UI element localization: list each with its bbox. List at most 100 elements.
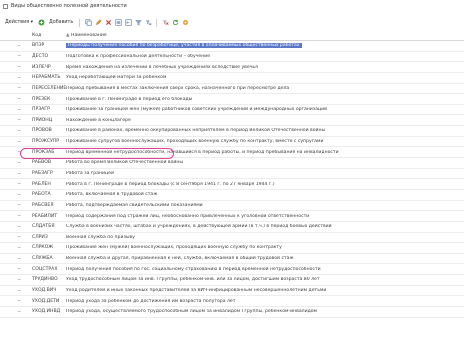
row-description-text: Проживание жен (мужей) военнослужащих, п… [66,245,282,251]
table-row[interactable]: ⎯ ВПЗР Периоды получения пособия по безраб… [0,41,464,52]
refresh-icon[interactable] [171,19,179,27]
row-description-text: Проживание в г. Ленинграде в период его … [66,96,193,102]
row-description-text: Проживание супругов военнослужащих, прох… [66,139,324,145]
row-description: Проживание в районах, временно оккупиров… [66,128,464,133]
row-description: Нахождение в концлагере [66,118,464,123]
filter-icon[interactable] [134,19,142,27]
settings-icon[interactable] [181,19,189,27]
row-type-icon: ⎯ [18,276,21,283]
table-row[interactable]: ⎯ ТРУДИНВО Уход трудоспособным лицом за ин… [0,275,464,286]
row-description: Проживание супругов военнослужащих, прох… [66,139,464,144]
row-description-text: Период ухода, осуществляемого трудоспосо… [66,309,318,315]
header-code[interactable]: Код [32,33,66,38]
actions-menu[interactable]: Действия ▾ [3,20,35,25]
table-row[interactable]: ⎯ СЛРКОЖ Проживание жен (мужей) военнослуж… [0,243,464,254]
edit-icon[interactable] [94,19,102,27]
row-description: Работа, подтверждаемая свидетельскими по… [66,203,464,208]
table-row[interactable]: ⎯ СОЦСТРАХ Период получения пособия по гос… [0,264,464,276]
row-type-icon: ⎯ [18,191,21,198]
copy-icon[interactable] [84,19,92,27]
header-description-label: Наименование [71,33,107,38]
row-type-icon: ⎯ [18,255,21,262]
row-description-text: Период содержания под стражей лиц, необо… [66,213,310,219]
table-row[interactable]: ⎯ СЛДАТБЯ Служба в военизих частях, штабах… [0,222,464,233]
tree-icon[interactable] [124,19,132,27]
table-row[interactable]: ⎯ ПРЕЗЕК Проживание в г. Ленинграде в пери… [0,94,464,105]
row-code: РАБЛЕН [32,181,51,187]
table-header: Код ▲ Наименование [0,31,464,41]
table-row[interactable]: ⎯ ПЕРЕСЕЛЕНИЕ Период пребывания в местах з… [0,84,464,95]
table-row[interactable]: ⎯ ПРЗАГР Проживание за границей жен (мужей… [0,105,464,116]
add-icon[interactable] [37,19,45,27]
table-row[interactable]: ⎯ УХОД.ДЕТИ Период ухода за ребенком до до… [0,296,464,308]
row-type-icon: ⎯ [18,64,21,71]
table-row[interactable]: ⎯ УХОД.ВИЧ Уход родителей и иных законных … [0,286,464,297]
row-type-icon: ⎯ [18,170,21,177]
row-description-text: Период получения пособия по гос. социаль… [66,266,321,272]
row-code: СОЦСТРАХ [32,266,58,272]
table-row[interactable]: ⎯ ПРОВОВ Проживание в районах, временно ок… [0,126,464,137]
row-type-icon: ⎯ [18,117,21,124]
row-description: Подготовка к профессиональной деятельнос… [66,54,464,59]
row-type-icon: ⎯ [18,234,21,241]
table-row[interactable]: ⎯ РАБОТА Работа, включаемая в трудовой ста… [0,190,464,201]
row-description: Период пребывания в местах заключения св… [66,86,464,91]
header-description[interactable]: ▲ Наименование [66,33,464,38]
row-code: ПРИОНЦ [32,117,53,123]
table-row[interactable]: ⎯ ДЕСТО Подготовка к профессиональной деят… [0,52,464,63]
row-description: Проживание за границей жен (мужей) работ… [66,107,464,112]
row-description-text: Военная служба и другая, приравненная к … [66,256,294,262]
clear-filter-icon[interactable] [161,19,169,27]
window: Виды общественно полезной деятельности Д… [0,0,464,342]
window-checkbox[interactable] [3,3,8,9]
row-type-icon: ⎯ [18,181,21,188]
row-code: УХОД.ИНВД [32,309,61,315]
row-code: НЕРАБМАТЬ [32,75,61,81]
add-button[interactable]: Добавить [47,20,75,25]
row-type-icon: ⎯ [18,308,21,315]
row-type-icon: ⎯ [18,298,21,305]
row-type-icon: ⎯ [18,85,21,92]
row-description: Проживание в г. Ленинграде в период его … [66,97,464,102]
row-description-text: Уход родителей и иных законных представи… [66,288,327,294]
row-description: Период получения пособия по гос. социаль… [66,267,464,272]
window-title: Виды общественно полезной деятельности [11,3,127,9]
table-row[interactable]: ⎯ РАБВОВ Работа во время Великой Отечестве… [0,158,464,169]
table-row[interactable]: ⎯ РАБСВЕЯ Работа, подтверждаемая свидетель… [0,201,464,212]
row-code: ПРЕЗЕК [32,96,51,102]
row-type-icon: ⎯ [18,106,21,113]
list-icon[interactable] [114,19,122,27]
row-code: ПРОЖСУПР [32,139,60,145]
row-description-text: Работа, включаемая в трудовой стаж [66,192,158,198]
row-description: Военная служба и другая, приравненная к … [66,256,464,261]
row-type-icon: ⎯ [18,266,21,273]
filter-list-icon[interactable] [144,19,152,27]
table-row[interactable]: ⎯ НЕРАБМАТЬ Уход неработающей матери за ре… [0,73,464,84]
row-description-text: Нахождение в концлагере [66,117,131,123]
table-row[interactable]: ⎯ ПРИОНЦ Нахождение в концлагере [0,115,464,127]
table-row[interactable]: ⎯ СЛРИЗ Военная служба по призыву [0,233,464,244]
row-description-text: Военная служба по призыву [66,234,135,240]
row-type-icon: ⎯ [18,53,21,60]
row-description-text: Проживание в районах, временно оккупиров… [66,128,326,134]
table-row[interactable]: ⎯ РАБЛЕН Работа в г. Ленинграде в период б… [0,179,464,190]
delete-icon[interactable] [104,19,112,27]
row-description: Работа, включаемая в трудовой стаж [66,192,464,197]
row-code: ТРУДИНВО [32,277,58,283]
table-row[interactable]: ⎯ ПРОКЗАБ Период временной нетрудоспособно… [0,147,464,159]
row-description-text: Работа в г. Ленинграде в период блокады … [66,181,275,187]
table-row[interactable]: ⎯ РЕАБИЛИТ Период содержания под стражей л… [0,211,464,222]
row-description-text: Работа, подтверждаемая свидетельскими по… [66,202,203,208]
row-description: Период ухода за ребенком до достижения и… [66,299,464,304]
table-row[interactable]: ⎯ ПРОЖСУПР Проживание супругов военнослужа… [0,137,464,148]
table-row[interactable]: ⎯ РАБЗАГР Работа за границей [0,169,464,180]
toolbar-divider [156,18,158,27]
table-row[interactable]: ⎯ ИЗЛЕЧР Время нахождения на излечении в л… [0,62,464,73]
row-description: Военная служба по призыву [66,235,464,240]
table-body: ⎯ ВПЗР Периоды получения пособия по безраб… [0,41,464,318]
row-type-icon: ⎯ [18,96,21,103]
row-description: Период ухода, осуществляемого трудоспосо… [66,309,464,314]
data-table: Код ▲ Наименование ⎯ ВПЗР Периоды получени… [0,31,464,318]
table-row[interactable]: ⎯ СЛУЖБА Военная служба и другая, приравне… [0,254,464,265]
table-row[interactable]: ⎯ УХОД.ИНВД Период ухода, осуществляемого … [0,307,464,318]
